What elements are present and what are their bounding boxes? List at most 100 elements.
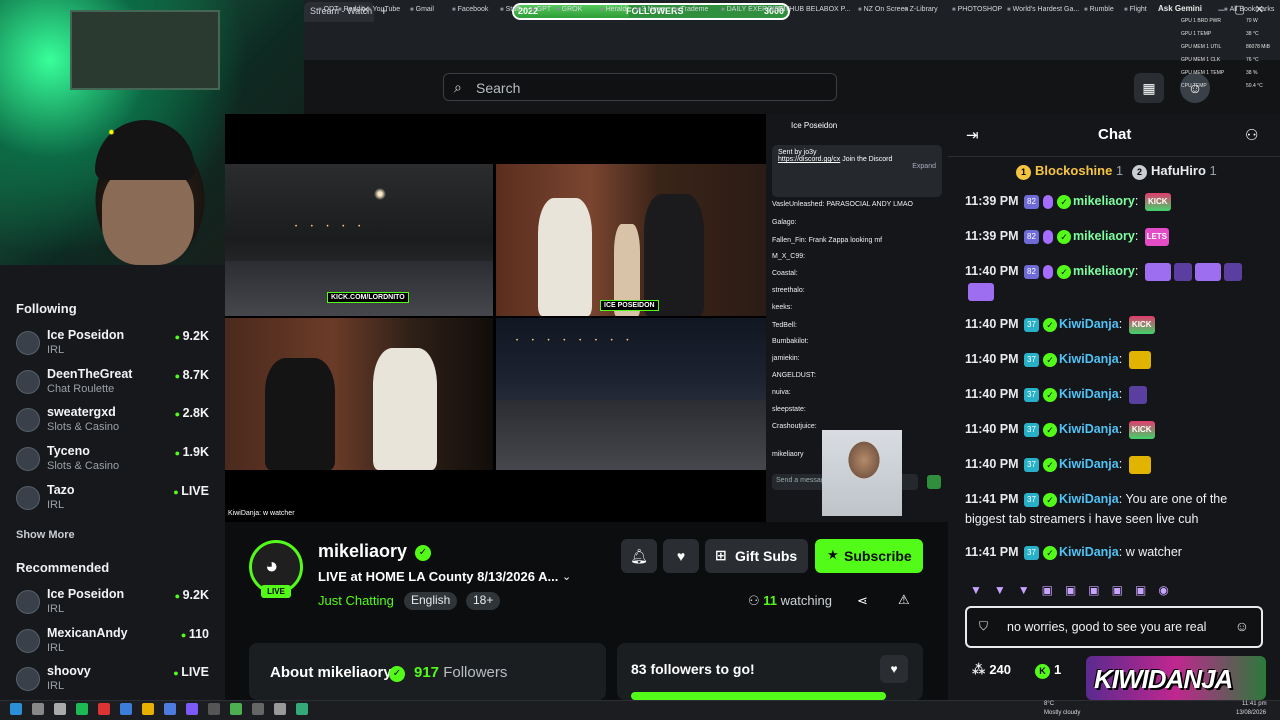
taskbar-app-icon[interactable]: [208, 703, 220, 715]
channel-points[interactable]: ⁂ 240: [972, 662, 1011, 678]
notification-bell-button[interactable]: 🔔︎: [621, 539, 657, 573]
emote-leaf[interactable]: [1128, 385, 1147, 404]
chat-users-icon[interactable]: ⚇: [1245, 126, 1258, 144]
top-gifter-1[interactable]: 1 Blockoshine 1: [1016, 163, 1123, 180]
emote-leaf[interactable]: [1223, 262, 1242, 281]
taskbar-app-icon[interactable]: [252, 703, 264, 715]
bookmark-item[interactable]: GPT: [531, 6, 551, 13]
stream-category[interactable]: Just Chatting: [318, 593, 394, 608]
emote-kick[interactable]: KICK: [1128, 420, 1155, 439]
collapse-chat-icon[interactable]: ⇥: [966, 126, 979, 144]
taskbar-app-icon[interactable]: [230, 703, 242, 715]
emote-lets[interactable]: LETS: [1144, 227, 1169, 246]
sidebar-channel-item[interactable]: TazoIRL LIVE: [16, 483, 211, 517]
emote-kick[interactable]: KICK: [1144, 192, 1171, 211]
kick-points[interactable]: K1: [1035, 662, 1061, 679]
sidebar-channel-item[interactable]: shoovyIRL LIVE: [16, 664, 211, 698]
browse-icon[interactable]: ▦: [1134, 73, 1164, 103]
bookmark-item[interactable]: GROK: [556, 6, 583, 13]
taskbar-app-icon[interactable]: [76, 703, 88, 715]
emote-cat[interactable]: [1194, 262, 1221, 281]
sidebar-channel-item[interactable]: TycenoSlots & Casino 1.9K: [16, 444, 211, 478]
chat-username[interactable]: mikeliaory: [1073, 229, 1135, 243]
sidebar-channel-category: IRL: [47, 498, 65, 511]
taskbar-app-icon[interactable]: [186, 703, 198, 715]
chat-input[interactable]: ⛉ no worries, good to see you are real ☺: [965, 606, 1263, 648]
bookmark-item[interactable]: GITHUB BELABOX P...: [772, 6, 851, 13]
chat-username[interactable]: KiwiDanja: [1059, 545, 1119, 559]
taskbar-app-icon[interactable]: [274, 703, 286, 715]
subscriber-badge: 37: [1024, 545, 1039, 560]
bookmark-item[interactable]: PHOTOSHOP: [952, 6, 1003, 13]
live-badge: LIVE: [261, 585, 291, 598]
tag-mature[interactable]: 18+: [466, 592, 501, 610]
emote-cat[interactable]: [1144, 262, 1171, 281]
sidebar-channel-item[interactable]: MexicanAndyIRL 110: [16, 626, 211, 660]
bookmark-item[interactable]: YouTube: [367, 6, 401, 13]
bookmark-item[interactable]: All Bookmarks: [1224, 6, 1275, 13]
sidebar-channel-name: Tyceno: [47, 444, 90, 459]
taskbar-app-icon[interactable]: [32, 703, 44, 715]
bookmark-item[interactable]: Facebook: [452, 6, 489, 13]
emote-leaf[interactable]: [1173, 262, 1192, 281]
chat-username[interactable]: KiwiDanja: [1059, 317, 1119, 331]
chat-username[interactable]: KiwiDanja: [1059, 457, 1119, 471]
microphone-badge-icon: [1043, 229, 1053, 244]
bookmark-item[interactable]: Flight: [1124, 6, 1147, 13]
taskbar-app-icon[interactable]: [98, 703, 110, 715]
emoji-icon[interactable]: ☺: [1235, 618, 1249, 634]
gift-subs-button[interactable]: ⊞ Gift Subs: [705, 539, 808, 573]
report-icon[interactable]: ⚠: [898, 592, 910, 608]
sidebar-channel-item[interactable]: Ice Poseidon IRL 9.2K: [16, 587, 211, 621]
about-title-text: About mikeliaory: [270, 664, 392, 681]
emote-quick-bar[interactable]: ▼▼▼▣▣▣▣▣◉: [970, 583, 1181, 597]
sidebar-channel-item[interactable]: DeenTheGreatChat Roulette 8.7K: [16, 367, 211, 401]
taskbar-app-icon[interactable]: [120, 703, 132, 715]
bookmark-item[interactable]: 3 News: [636, 6, 665, 13]
tag-language[interactable]: English: [404, 592, 458, 610]
sidebar-channel-item[interactable]: sweatergxdSlots & Casino 2.8K: [16, 405, 211, 439]
bookmark-item[interactable]: Gmail: [410, 6, 434, 13]
share-icon[interactable]: ⋖: [857, 593, 868, 609]
chat-username[interactable]: KiwiDanja: [1059, 422, 1119, 436]
emote-wu[interactable]: [1128, 455, 1151, 474]
emote-kick[interactable]: KICK: [1128, 315, 1155, 334]
bookmark-item[interactable]: Stuff: [500, 6, 520, 13]
taskbar-app-icon[interactable]: [142, 703, 154, 715]
bookmark-item[interactable]: Reddit: [338, 6, 364, 13]
bookmark-item[interactable]: Trademe: [675, 6, 709, 13]
chevron-down-icon[interactable]: ⌄: [562, 570, 571, 583]
bookmark-item[interactable]: World's Hardest Ga...: [1007, 6, 1080, 13]
chat-username[interactable]: mikeliaory: [1073, 264, 1135, 278]
bookmark-item[interactable]: Z-Library: [904, 6, 938, 13]
chat-username[interactable]: KiwiDanja: [1059, 492, 1119, 506]
sidebar-viewer-count: 9.2K: [175, 329, 209, 343]
top-gifter-2[interactable]: 2 HafuHiro 1: [1132, 163, 1217, 180]
taskbar-app-icon[interactable]: [10, 703, 22, 715]
embedded-chat-row: Bumbakilot:: [772, 338, 809, 345]
about-followers-count: 917: [414, 664, 440, 681]
subscribe-button[interactable]: ★ Subscribe: [815, 539, 923, 573]
chat-username[interactable]: mikeliaory: [1073, 194, 1135, 208]
bookmark-item[interactable]: ODT: [318, 6, 339, 13]
chat-username[interactable]: KiwiDanja: [1059, 352, 1119, 366]
emote-cat[interactable]: [968, 282, 994, 301]
goal-heart-icon[interactable]: ♥: [880, 655, 908, 683]
bookmark-item[interactable]: Rumble: [1084, 6, 1114, 13]
watching-label: watching: [780, 593, 832, 608]
search-input[interactable]: ⌕ Search: [443, 73, 837, 101]
taskbar-app-icon[interactable]: [54, 703, 66, 715]
taskbar-app-icon[interactable]: [164, 703, 176, 715]
embedded-chat-row: streethalo:: [772, 287, 805, 294]
sidebar-channel-item[interactable]: Ice Poseidon IRL 9.2K: [16, 328, 211, 362]
taskbar-app-icon[interactable]: [296, 703, 308, 715]
show-more-link[interactable]: Show More: [16, 529, 75, 541]
chat-username[interactable]: KiwiDanja: [1059, 387, 1119, 401]
channel-name[interactable]: mikeliaory: [318, 541, 407, 562]
about-followers-label: Followers: [443, 664, 508, 681]
ask-gemini-button[interactable]: Ask Gemini: [1158, 4, 1202, 13]
follow-heart-button[interactable]: ♥: [663, 539, 699, 573]
bookmark-item[interactable]: Herald: [600, 6, 627, 13]
bookmark-item[interactable]: NZ On Screen: [858, 6, 909, 13]
emote-wu[interactable]: [1128, 350, 1151, 369]
